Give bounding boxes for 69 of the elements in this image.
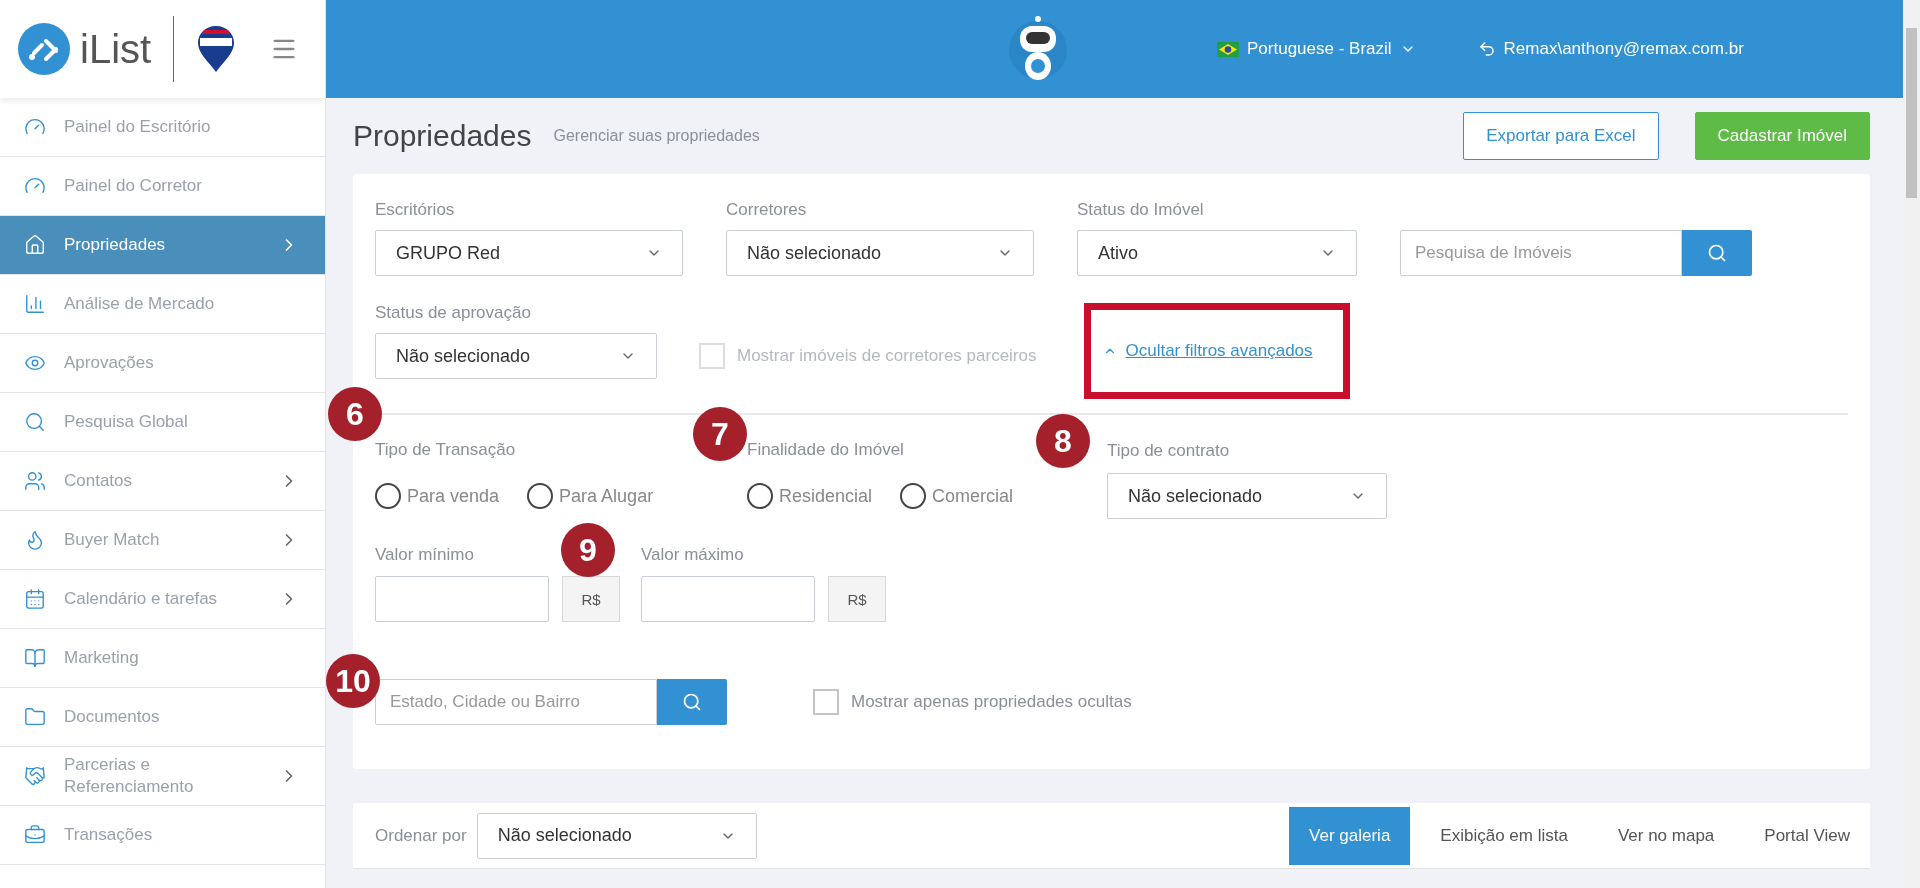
- handshake-icon: [24, 765, 46, 787]
- sidebar-item[interactable]: Propriedades: [0, 216, 325, 275]
- page-title: Propriedades: [353, 119, 532, 153]
- field-label: Finalidade do Imóvel: [747, 440, 904, 460]
- value-field[interactable]: [641, 576, 815, 622]
- currency-addon: R$: [562, 576, 620, 622]
- return-arrow-icon: [1477, 40, 1496, 58]
- property-search-field[interactable]: Pesquisa de Imóveis: [1400, 230, 1682, 276]
- radio-option[interactable]: Para Alugar: [527, 483, 654, 509]
- field-label: Escritórios: [375, 200, 455, 220]
- radio-option[interactable]: Para venda: [375, 483, 500, 509]
- field-label: Status de aprovação: [375, 303, 531, 323]
- toggle-filters-link[interactable]: Ocultar filtros avançados: [1103, 341, 1313, 361]
- folder-icon: [24, 706, 46, 728]
- callout-number: 7: [693, 407, 747, 461]
- book-icon: [24, 647, 46, 669]
- field-label: Valor máximo: [641, 545, 744, 565]
- add-property-button[interactable]: Cadastrar Imóvel: [1694, 112, 1870, 160]
- callout-number: 9: [561, 523, 615, 577]
- radio-option[interactable]: Comercial: [900, 483, 1014, 509]
- scrollbar[interactable]: [1903, 0, 1920, 888]
- view-tab[interactable]: Ver galeria: [1289, 806, 1411, 865]
- view-tab[interactable]: Ver no mapa: [1597, 806, 1735, 865]
- field-label: Corretores: [726, 200, 807, 220]
- currency-addon: R$: [828, 576, 886, 622]
- briefcase-icon: [24, 824, 46, 846]
- logo-text: iList: [80, 26, 152, 72]
- sort-dropdown[interactable]: Não selecionado: [476, 812, 757, 859]
- balloon-icon: [196, 24, 237, 74]
- dropdown[interactable]: Ativo: [1077, 230, 1357, 276]
- search-button[interactable]: [657, 679, 727, 725]
- callout-number: 8: [1036, 414, 1090, 468]
- callout-number: 10: [326, 654, 380, 708]
- radio-button[interactable]: [747, 483, 773, 509]
- search-button[interactable]: [1682, 230, 1752, 276]
- page-subtitle: Gerenciar suas propriedades: [553, 127, 761, 145]
- export-button[interactable]: Exportar para Excel: [1463, 112, 1659, 160]
- search-icon: [682, 692, 702, 712]
- bar-chart-icon: [24, 293, 46, 315]
- field-label: Tipo de Transação: [375, 440, 516, 460]
- field-label: Tipo de contrato: [1107, 441, 1230, 461]
- checkbox-label: Mostrar imóveis de corretores parceiros: [737, 346, 1037, 366]
- field-label: Valor mínimo: [375, 545, 474, 565]
- search-icon: [1707, 243, 1727, 263]
- calendar-icon: [24, 588, 46, 610]
- view-tab[interactable]: Portal View: [1744, 806, 1870, 865]
- flag-icon: [1217, 41, 1239, 57]
- people-icon: [24, 470, 46, 492]
- radio-button[interactable]: [900, 483, 927, 509]
- location-search-field[interactable]: Estado, Cidade ou Bairro: [375, 679, 657, 725]
- value-field[interactable]: [375, 576, 549, 622]
- language-selector[interactable]: Portuguese - Brazil: [1217, 39, 1416, 59]
- radio-button[interactable]: [375, 483, 401, 509]
- dropdown[interactable]: Não selecionado: [1107, 473, 1387, 519]
- radio-button[interactable]: [527, 483, 554, 509]
- sort-label: Ordenar por: [375, 825, 467, 846]
- checkbox-label: Mostrar apenas propriedades ocultas: [851, 692, 1132, 712]
- field-label: Status do Imóvel: [1077, 200, 1204, 220]
- house-icon: [24, 234, 46, 256]
- dropdown[interactable]: Não selecionado: [726, 230, 1034, 276]
- dropdown[interactable]: GRUPO Red: [375, 230, 683, 276]
- user-account[interactable]: Remax\anthony@remax.com.br: [1477, 39, 1744, 59]
- callout-number: 6: [328, 387, 382, 441]
- checkbox[interactable]: [813, 689, 839, 715]
- search-icon: [24, 411, 46, 433]
- view-tab[interactable]: Exibição em lista: [1420, 806, 1588, 865]
- radio-option[interactable]: Residencial: [747, 483, 873, 509]
- logo-icon: [18, 23, 70, 75]
- dropdown[interactable]: Não selecionado: [375, 333, 657, 379]
